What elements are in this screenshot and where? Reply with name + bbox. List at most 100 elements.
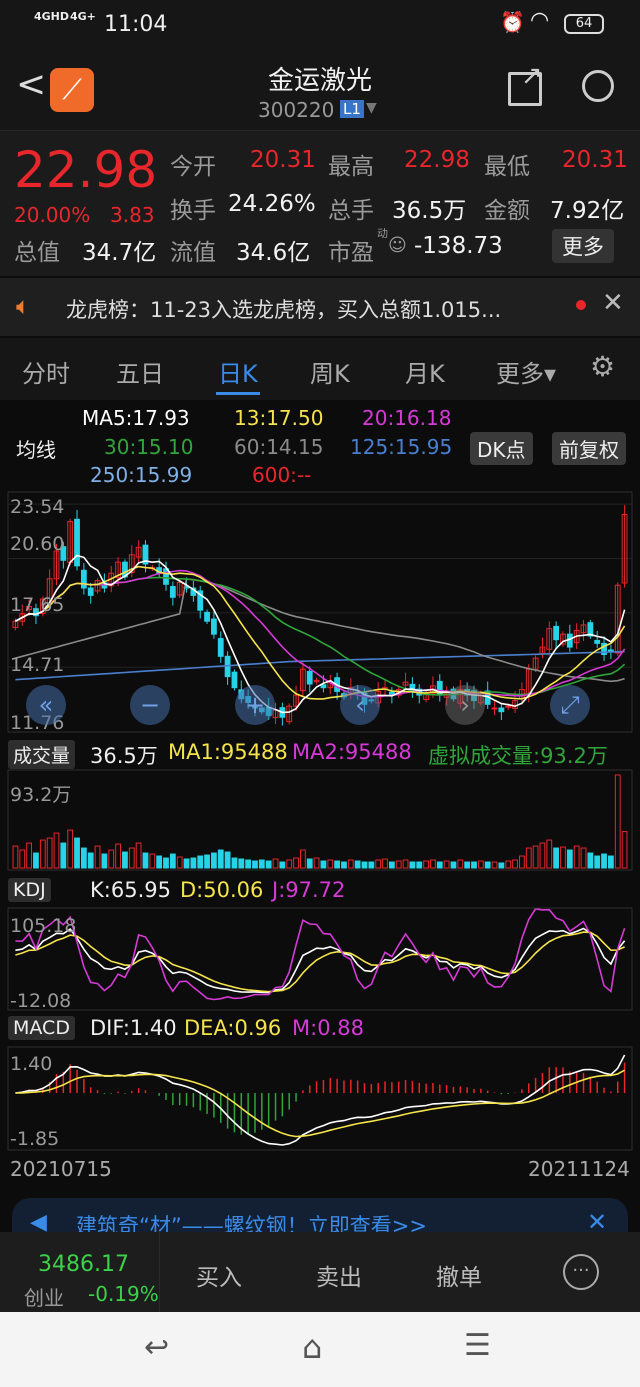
volume-bar [299, 849, 306, 869]
volume-bar [115, 843, 121, 869]
zoom-out-button[interactable]: − [130, 685, 170, 725]
macd-min-tick: -1.85 [10, 1128, 60, 1150]
candle-body [491, 707, 498, 710]
kdj-d: D:50.06 [180, 878, 264, 902]
volume-bar [211, 852, 217, 869]
volume-bar [204, 854, 210, 869]
buy-button[interactable]: 买入 [196, 1258, 242, 1292]
candle-body [211, 618, 217, 635]
volume-bar [19, 849, 26, 869]
macd-m: M:0.88 [292, 1016, 364, 1040]
ma30-line [15, 576, 626, 696]
volume-bar [313, 857, 320, 869]
volume-bar [327, 859, 334, 869]
volume-bar [423, 860, 429, 869]
volume-bar [368, 861, 375, 869]
scroll-left-button[interactable]: ‹ [340, 685, 380, 725]
kdj-indicator-select[interactable]: KDJ [8, 878, 51, 902]
volume-bar [217, 849, 224, 869]
volume-indicator-select[interactable]: 成交量 [8, 740, 76, 769]
scroll-right-button[interactable]: › [445, 685, 485, 725]
menu-nav-icon[interactable]: ☰ [464, 1328, 491, 1363]
volume-bar [197, 855, 204, 869]
volume-bar [238, 858, 245, 869]
start-date: 20210715 [10, 1157, 112, 1181]
macd-lines [15, 1054, 626, 1146]
volume-bar [607, 855, 614, 869]
y-tick: 17.65 [10, 594, 65, 616]
volume-bar [67, 829, 74, 869]
volume-bar [293, 857, 299, 869]
volume-bar [416, 861, 423, 869]
main-candles [8, 503, 632, 726]
volume-bar [156, 855, 163, 869]
volume-bar [231, 857, 238, 869]
index-name: 创业 [24, 1286, 64, 1310]
back-nav-icon[interactable]: ↩ [144, 1330, 169, 1365]
kdj-min-tick: -12.08 [10, 990, 72, 1012]
kdj-k-line [15, 927, 626, 994]
macd-indicator-select[interactable]: MACD [8, 1016, 75, 1040]
volume-bar [382, 858, 388, 869]
volume-bar [279, 861, 286, 869]
kdj-k: K:65.95 [90, 878, 171, 902]
volume-bar [142, 852, 149, 869]
scroll-left-fast-button[interactable]: « [26, 685, 66, 725]
volume-bar [39, 839, 46, 869]
candle-body [169, 586, 176, 598]
candle-body [594, 639, 601, 644]
volume-value: 36.5万 [90, 744, 158, 768]
volume-bar [169, 853, 176, 869]
candle-body [553, 625, 560, 641]
volume-bar [388, 861, 395, 869]
volume-bar [74, 837, 80, 869]
volume-bar [176, 856, 183, 869]
volume-bar [457, 859, 464, 869]
volume-bar [587, 852, 594, 869]
candle-body [80, 569, 87, 589]
index-value: 3486.17 [38, 1252, 129, 1277]
candle-body [217, 638, 224, 657]
volume-bar [464, 861, 471, 869]
volume-bar [601, 853, 607, 869]
volume-ma2: MA2:95488 [292, 740, 412, 764]
volume-bar [471, 861, 477, 869]
volume-bar [539, 842, 546, 869]
volume-bar [532, 845, 539, 869]
fullscreen-button[interactable]: ⤢ [550, 685, 590, 725]
cancel-order-button[interactable]: 撤单 [436, 1258, 482, 1292]
virtual-volume: 虚拟成交量:93.2万 [428, 744, 608, 768]
volume-bar [477, 860, 484, 869]
volume-bar [12, 845, 19, 869]
index-ticker[interactable]: 3486.17 创业 -0.19% [0, 1232, 160, 1312]
volume-bar [190, 857, 197, 869]
volume-bar [553, 847, 560, 869]
volume-bar [347, 859, 354, 869]
volume-bar [60, 842, 67, 869]
volume-bar [594, 855, 601, 869]
volume-bar [436, 861, 443, 869]
system-nav-bar: ↩ ⌂ ☰ [0, 1312, 640, 1387]
more-options-icon[interactable]: ··· [563, 1254, 599, 1290]
volume-bar [498, 862, 505, 869]
kdj-j-line [15, 907, 626, 1001]
volume-bar [484, 861, 491, 869]
volume-bar [122, 851, 128, 869]
volume-bar [245, 859, 252, 869]
volume-bar [560, 846, 566, 869]
candle-body [306, 670, 313, 685]
sell-button[interactable]: 卖出 [316, 1258, 362, 1292]
volume-bar [580, 847, 587, 869]
y-tick: 23.54 [10, 496, 65, 518]
volume-bar [546, 839, 553, 869]
volume-bar [519, 855, 525, 869]
volume-bar [224, 851, 231, 869]
home-nav-icon[interactable]: ⌂ [302, 1328, 322, 1366]
volume-bar [26, 842, 33, 869]
kdj-max-tick: 105.18 [10, 915, 77, 937]
zoom-in-button[interactable]: + [235, 685, 275, 725]
candle-body [74, 518, 80, 567]
candle-body [498, 707, 505, 713]
volume-bar [53, 832, 60, 869]
volume-max-tick: 93.2万 [10, 784, 72, 806]
